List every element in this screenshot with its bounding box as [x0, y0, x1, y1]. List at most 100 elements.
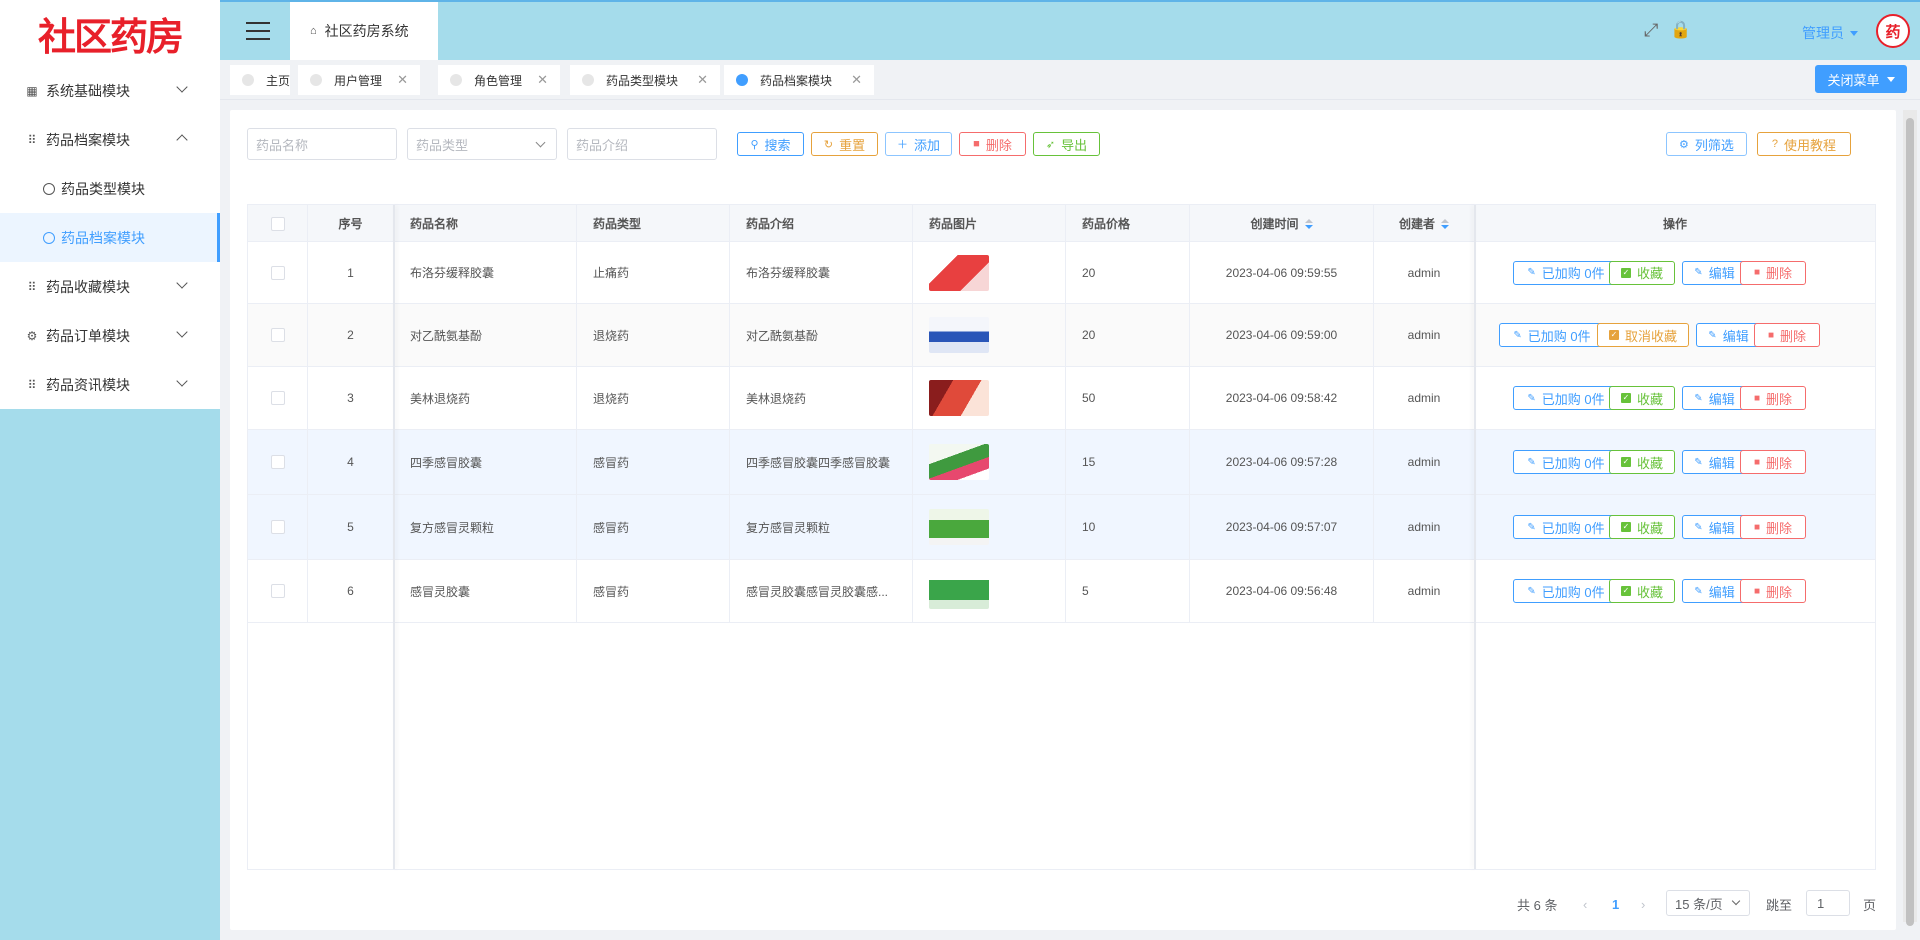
button-label: 删除 [1766, 584, 1793, 600]
close-icon[interactable]: ✕ [397, 72, 408, 88]
cart-button[interactable]: ✎ 已加购 0件 [1513, 579, 1619, 603]
sidebar-item-orders[interactable]: ⚙ 药品订单模块 [0, 311, 220, 360]
add-button[interactable]: ＋ 添加 [885, 132, 952, 156]
tag-medicine-type[interactable]: 药品类型模块 ✕ [570, 65, 720, 95]
page-scrollbar[interactable] [1903, 110, 1917, 926]
pagination-total: 共 6 条 [1517, 890, 1557, 918]
row-delete-button[interactable]: ■ 删除 [1740, 515, 1806, 539]
button-label: 已加购 0件 [1527, 328, 1591, 344]
select-all-checkbox[interactable] [270, 216, 285, 231]
cell-intro: 布洛芬缓释胶囊 [730, 242, 913, 303]
edit-button[interactable]: ✎ 编辑 [1682, 515, 1747, 539]
search-button[interactable]: ⚲ 搜索 [737, 132, 804, 156]
cart-button[interactable]: ✎ 已加购 0件 [1513, 515, 1619, 539]
header-label: 药品名称 [410, 217, 459, 231]
close-icon[interactable]: ✕ [851, 72, 862, 88]
sidebar-subitem-medicine-archive[interactable]: 药品档案模块 [0, 213, 220, 262]
edit-button[interactable]: ✎ 编辑 [1682, 579, 1747, 603]
button-label: 编辑 [1708, 391, 1735, 407]
row-checkbox[interactable] [270, 455, 285, 469]
row-checkbox[interactable] [270, 391, 285, 405]
medicine-thumbnail[interactable] [929, 317, 989, 353]
fixed-column-divider [393, 205, 395, 869]
header-creator[interactable]: 创建者 [1374, 205, 1475, 242]
tag-home[interactable]: 主页 [230, 65, 290, 95]
button-label: 导出 [1061, 137, 1088, 153]
tutorial-button[interactable]: ? 使用教程 [1757, 132, 1851, 156]
jump-page-input[interactable]: 1 [1806, 890, 1850, 916]
cell-intro: 复方感冒灵颗粒 [730, 495, 913, 559]
edit-button[interactable]: ✎ 编辑 [1682, 386, 1747, 410]
close-icon[interactable]: ✕ [697, 72, 708, 88]
medicine-thumbnail[interactable] [929, 509, 989, 545]
row-delete-button[interactable]: ■ 删除 [1740, 260, 1806, 285]
medicine-intro-input[interactable]: 药品介绍 [567, 128, 717, 160]
medicine-thumbnail[interactable] [929, 380, 989, 416]
table-row: 2 对乙酰氨基酚 退烧药 对乙酰氨基酚 20 2023-04-06 09:59:00 adm… [248, 304, 1875, 367]
row-delete-button[interactable]: ■ 删除 [1740, 450, 1806, 474]
header-label: 药品图片 [929, 217, 978, 231]
sidebar-item-news[interactable]: ⠿ 药品资讯模块 [0, 360, 220, 409]
medicine-thumbnail[interactable] [929, 254, 989, 291]
avatar[interactable]: 药 [1876, 14, 1910, 48]
row-delete-button[interactable]: ■ 删除 [1740, 579, 1806, 603]
page-number-current[interactable]: 1 [1612, 890, 1619, 918]
row-checkbox[interactable] [270, 265, 285, 280]
page-size-select[interactable]: 15 条/页 [1666, 890, 1750, 916]
sort-icon[interactable] [1304, 218, 1313, 229]
medicine-thumbnail[interactable] [929, 573, 989, 609]
sort-icon[interactable] [1441, 218, 1449, 229]
favorite-button[interactable]: ✓ 收藏 [1609, 579, 1675, 603]
delete-button[interactable]: ■ 删除 [959, 132, 1026, 156]
export-button[interactable]: ➶ 导出 [1033, 132, 1100, 156]
edit-button[interactable]: ✎ 编辑 [1682, 450, 1747, 474]
close-icon[interactable]: ✕ [537, 72, 548, 88]
cart-button[interactable]: ✎ 已加购 0件 [1513, 386, 1619, 410]
row-delete-button[interactable]: ■ 删除 [1754, 323, 1820, 347]
header-label: 创建时间 [1250, 217, 1299, 231]
medicine-thumbnail[interactable] [929, 444, 989, 480]
scrollbar-thumb[interactable] [1906, 118, 1914, 926]
favorite-button[interactable]: ✓ 收藏 [1609, 450, 1675, 474]
favorite-button[interactable]: ✓ 收藏 [1609, 515, 1675, 539]
cell-price: 50 [1066, 367, 1190, 429]
cart-button[interactable]: ✎ 已加购 0件 [1513, 450, 1619, 474]
hamburger-menu-icon[interactable] [246, 22, 270, 40]
sidebar-item-favorites[interactable]: ⠿ 药品收藏模块 [0, 262, 220, 311]
cart-button[interactable]: ✎ 已加购 0件 [1499, 323, 1605, 347]
tag-medicine-archive[interactable]: 药品档案模块 ✕ [724, 65, 874, 95]
edit-icon: ✎ [1513, 329, 1522, 341]
prev-page-icon[interactable]: ‹ [1583, 890, 1587, 918]
user-menu[interactable]: 管理员 [1802, 23, 1858, 43]
sidebar-item-system[interactable]: ▦ 系统基础模块 [0, 66, 220, 115]
row-delete-button[interactable]: ■ 删除 [1740, 386, 1806, 410]
unfavorite-button[interactable]: ✓ 取消收藏 [1597, 323, 1689, 347]
row-checkbox[interactable] [270, 328, 285, 342]
button-label: 删除 [1780, 328, 1807, 344]
header-created-time[interactable]: 创建时间 [1190, 205, 1374, 242]
cart-button[interactable]: ✎ 已加购 0件 [1513, 260, 1619, 285]
close-menu-button[interactable]: 关闭菜单 [1815, 65, 1907, 93]
lock-icon[interactable]: 🔒 [1670, 20, 1691, 40]
tag-user-management[interactable]: 用户管理 ✕ [298, 65, 420, 95]
cell-created-time: 2023-04-06 09:58:42 [1190, 367, 1374, 429]
medicine-type-select[interactable]: 药品类型 [407, 128, 557, 160]
fullscreen-icon[interactable]: ⤢ [1644, 20, 1658, 41]
edit-button[interactable]: ✎ 编辑 [1682, 260, 1747, 285]
favorite-button[interactable]: ✓ 收藏 [1609, 260, 1675, 285]
medicine-name-input[interactable]: 药品名称 [247, 128, 397, 160]
placeholder: 药品介绍 [576, 137, 629, 153]
sidebar-item-medicine-archive[interactable]: ⠿ 药品档案模块 [0, 115, 220, 164]
edit-button[interactable]: ✎ 编辑 [1696, 323, 1761, 347]
row-checkbox[interactable] [270, 520, 285, 534]
user-name: 管理员 [1802, 25, 1844, 41]
tag-role-management[interactable]: 角色管理 ✕ [438, 65, 560, 95]
cell-index: 3 [308, 367, 394, 429]
column-filter-button[interactable]: ⚙ 列筛选 [1666, 132, 1747, 156]
favorite-button[interactable]: ✓ 收藏 [1609, 386, 1675, 410]
sidebar-subitem-medicine-type[interactable]: 药品类型模块 [0, 164, 220, 213]
breadcrumb-home[interactable]: ⌂ 社区药房系统 [290, 2, 438, 60]
row-checkbox[interactable] [270, 584, 285, 598]
reset-button[interactable]: ↻ 重置 [811, 132, 878, 156]
next-page-icon[interactable]: › [1641, 890, 1645, 918]
